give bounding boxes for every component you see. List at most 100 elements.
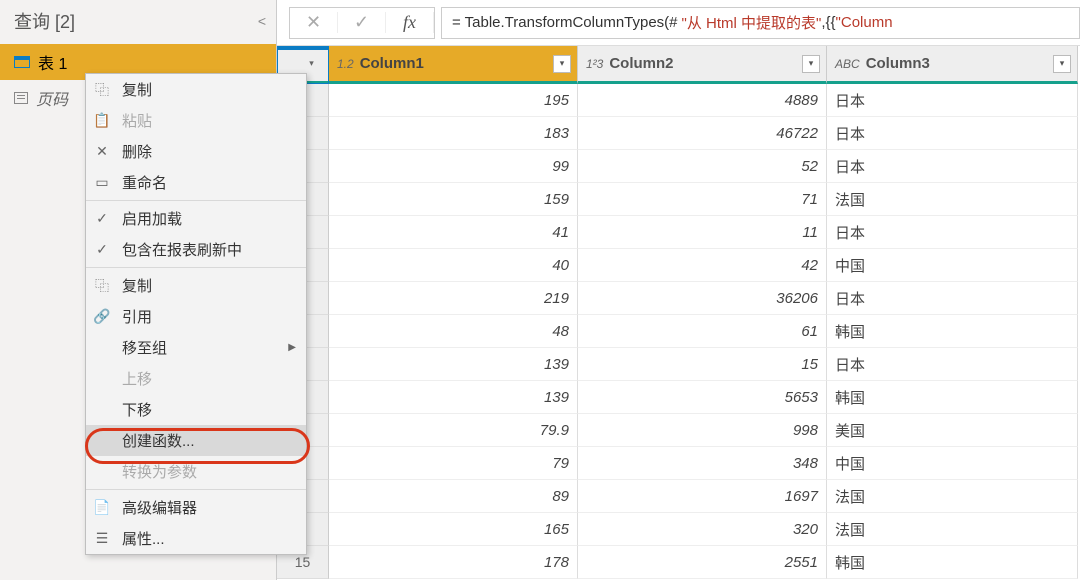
cell-col1[interactable]: 139 — [329, 348, 578, 381]
table-row[interactable]: 13915日本 — [329, 348, 1080, 381]
formula-input[interactable]: = Table.TransformColumnTypes(#"从 Html 中提… — [441, 7, 1080, 39]
table-row[interactable]: 4042中国 — [329, 249, 1080, 282]
column-name: Column2 — [609, 55, 802, 72]
cell-col3[interactable]: 日本 — [827, 282, 1078, 315]
cell-col3[interactable]: 法国 — [827, 513, 1078, 546]
cell-col2[interactable]: 36206 — [578, 282, 827, 315]
menu-convert-to-parameter: 转换为参数 — [86, 456, 306, 487]
menu-move-to-group[interactable]: 移至组▶ — [86, 332, 306, 363]
cell-col3[interactable]: 日本 — [827, 117, 1078, 150]
properties-icon: ☰ — [92, 530, 112, 547]
table-row[interactable]: 1782551韩国 — [329, 546, 1080, 579]
type-integer-icon: 1²3 — [586, 57, 603, 71]
menu-duplicate[interactable]: ⿻复制 — [86, 270, 306, 301]
table-row[interactable]: 4861韩国 — [329, 315, 1080, 348]
cell-col3[interactable]: 日本 — [827, 84, 1078, 117]
cell-col2[interactable]: 61 — [578, 315, 827, 348]
cell-col2[interactable]: 11 — [578, 216, 827, 249]
table-row[interactable]: 79348中国 — [329, 447, 1080, 480]
menu-include-refresh[interactable]: ✓包含在报表刷新中 — [86, 234, 306, 265]
cell-col2[interactable]: 998 — [578, 414, 827, 447]
menu-advanced-editor[interactable]: 📄高级编辑器 — [86, 492, 306, 523]
column-header-3[interactable]: ABC Column3 ▾ — [827, 46, 1078, 84]
cell-col1[interactable]: 159 — [329, 183, 578, 216]
menu-rename[interactable]: ▭重命名 — [86, 167, 306, 198]
table-row[interactable]: 18346722日本 — [329, 117, 1080, 150]
cell-col2[interactable]: 4889 — [578, 84, 827, 117]
cell-col2[interactable]: 71 — [578, 183, 827, 216]
cell-col3[interactable]: 韩国 — [827, 381, 1078, 414]
table-row[interactable]: 4111日本 — [329, 216, 1080, 249]
cell-col3[interactable]: 日本 — [827, 216, 1078, 249]
table-row[interactable]: 21936206日本 — [329, 282, 1080, 315]
cell-col2[interactable]: 15 — [578, 348, 827, 381]
column-header-2[interactable]: 1²3 Column2 ▾ — [578, 46, 827, 84]
table-row[interactable]: 1954889日本 — [329, 84, 1080, 117]
menu-create-function[interactable]: 创建函数... — [86, 425, 306, 456]
check-icon: ✓ — [92, 210, 112, 227]
accept-formula-icon[interactable]: ✓ — [338, 12, 386, 33]
menu-reference[interactable]: 🔗引用 — [86, 301, 306, 332]
column-name: Column3 — [866, 55, 1053, 72]
check-icon: ✓ — [92, 241, 112, 258]
cell-col1[interactable]: 79 — [329, 447, 578, 480]
cell-col1[interactable]: 41 — [329, 216, 578, 249]
cell-col1[interactable]: 178 — [329, 546, 578, 579]
cell-col3[interactable]: 法国 — [827, 480, 1078, 513]
fx-icon[interactable]: fx — [386, 12, 434, 33]
cell-col1[interactable]: 40 — [329, 249, 578, 282]
delete-icon: ✕ — [92, 143, 112, 160]
cell-col2[interactable]: 2551 — [578, 546, 827, 579]
cell-col1[interactable]: 195 — [329, 84, 578, 117]
table-row[interactable]: 1395653韩国 — [329, 381, 1080, 414]
queries-panel-header: 查询 [2] < — [0, 0, 276, 44]
cell-col3[interactable]: 日本 — [827, 348, 1078, 381]
cell-col1[interactable]: 79.9 — [329, 414, 578, 447]
table-row[interactable]: 79.9998美国 — [329, 414, 1080, 447]
filter-dropdown-icon[interactable]: ▾ — [802, 55, 820, 73]
rename-icon: ▭ — [92, 174, 112, 191]
menu-enable-load[interactable]: ✓启用加载 — [86, 203, 306, 234]
cell-col1[interactable]: 219 — [329, 282, 578, 315]
cell-col3[interactable]: 美国 — [827, 414, 1078, 447]
collapse-icon[interactable]: < — [258, 13, 266, 29]
table-row[interactable]: 9952日本 — [329, 150, 1080, 183]
column-header-1[interactable]: 1.2 Column1 ▾ — [329, 46, 578, 84]
cell-col1[interactable]: 48 — [329, 315, 578, 348]
cell-col2[interactable]: 320 — [578, 513, 827, 546]
cancel-formula-icon[interactable]: ✕ — [290, 12, 338, 33]
cell-col3[interactable]: 韩国 — [827, 315, 1078, 348]
cell-col2[interactable]: 348 — [578, 447, 827, 480]
cell-col3[interactable]: 法国 — [827, 183, 1078, 216]
formula-string2: "Column — [836, 14, 893, 31]
cell-col3[interactable]: 日本 — [827, 150, 1078, 183]
menu-delete[interactable]: ✕删除 — [86, 136, 306, 167]
cell-col3[interactable]: 中国 — [827, 447, 1078, 480]
table-row[interactable]: 165320法国 — [329, 513, 1080, 546]
cell-col3[interactable]: 韩国 — [827, 546, 1078, 579]
cell-col1[interactable]: 183 — [329, 117, 578, 150]
reference-icon: 🔗 — [92, 308, 112, 325]
cell-col1[interactable]: 165 — [329, 513, 578, 546]
cell-col1[interactable]: 89 — [329, 480, 578, 513]
menu-move-down[interactable]: 下移 — [86, 394, 306, 425]
type-decimal-icon: 1.2 — [337, 57, 354, 71]
cell-col2[interactable]: 46722 — [578, 117, 827, 150]
formula-mid: ,{{ — [821, 14, 835, 31]
menu-copy[interactable]: ⿻复制 — [86, 74, 306, 105]
cell-col2[interactable]: 52 — [578, 150, 827, 183]
menu-properties[interactable]: ☰属性... — [86, 523, 306, 554]
filter-dropdown-icon[interactable]: ▾ — [1053, 55, 1071, 73]
queries-title: 查询 [2] — [14, 8, 75, 34]
table-icon — [14, 56, 30, 68]
cell-col1[interactable]: 99 — [329, 150, 578, 183]
table-row[interactable]: 15971法国 — [329, 183, 1080, 216]
table-row[interactable]: 891697法国 — [329, 480, 1080, 513]
copy-icon: ⿻ — [92, 80, 112, 100]
cell-col2[interactable]: 5653 — [578, 381, 827, 414]
filter-dropdown-icon[interactable]: ▾ — [553, 55, 571, 73]
cell-col1[interactable]: 139 — [329, 381, 578, 414]
cell-col2[interactable]: 1697 — [578, 480, 827, 513]
cell-col2[interactable]: 42 — [578, 249, 827, 282]
cell-col3[interactable]: 中国 — [827, 249, 1078, 282]
